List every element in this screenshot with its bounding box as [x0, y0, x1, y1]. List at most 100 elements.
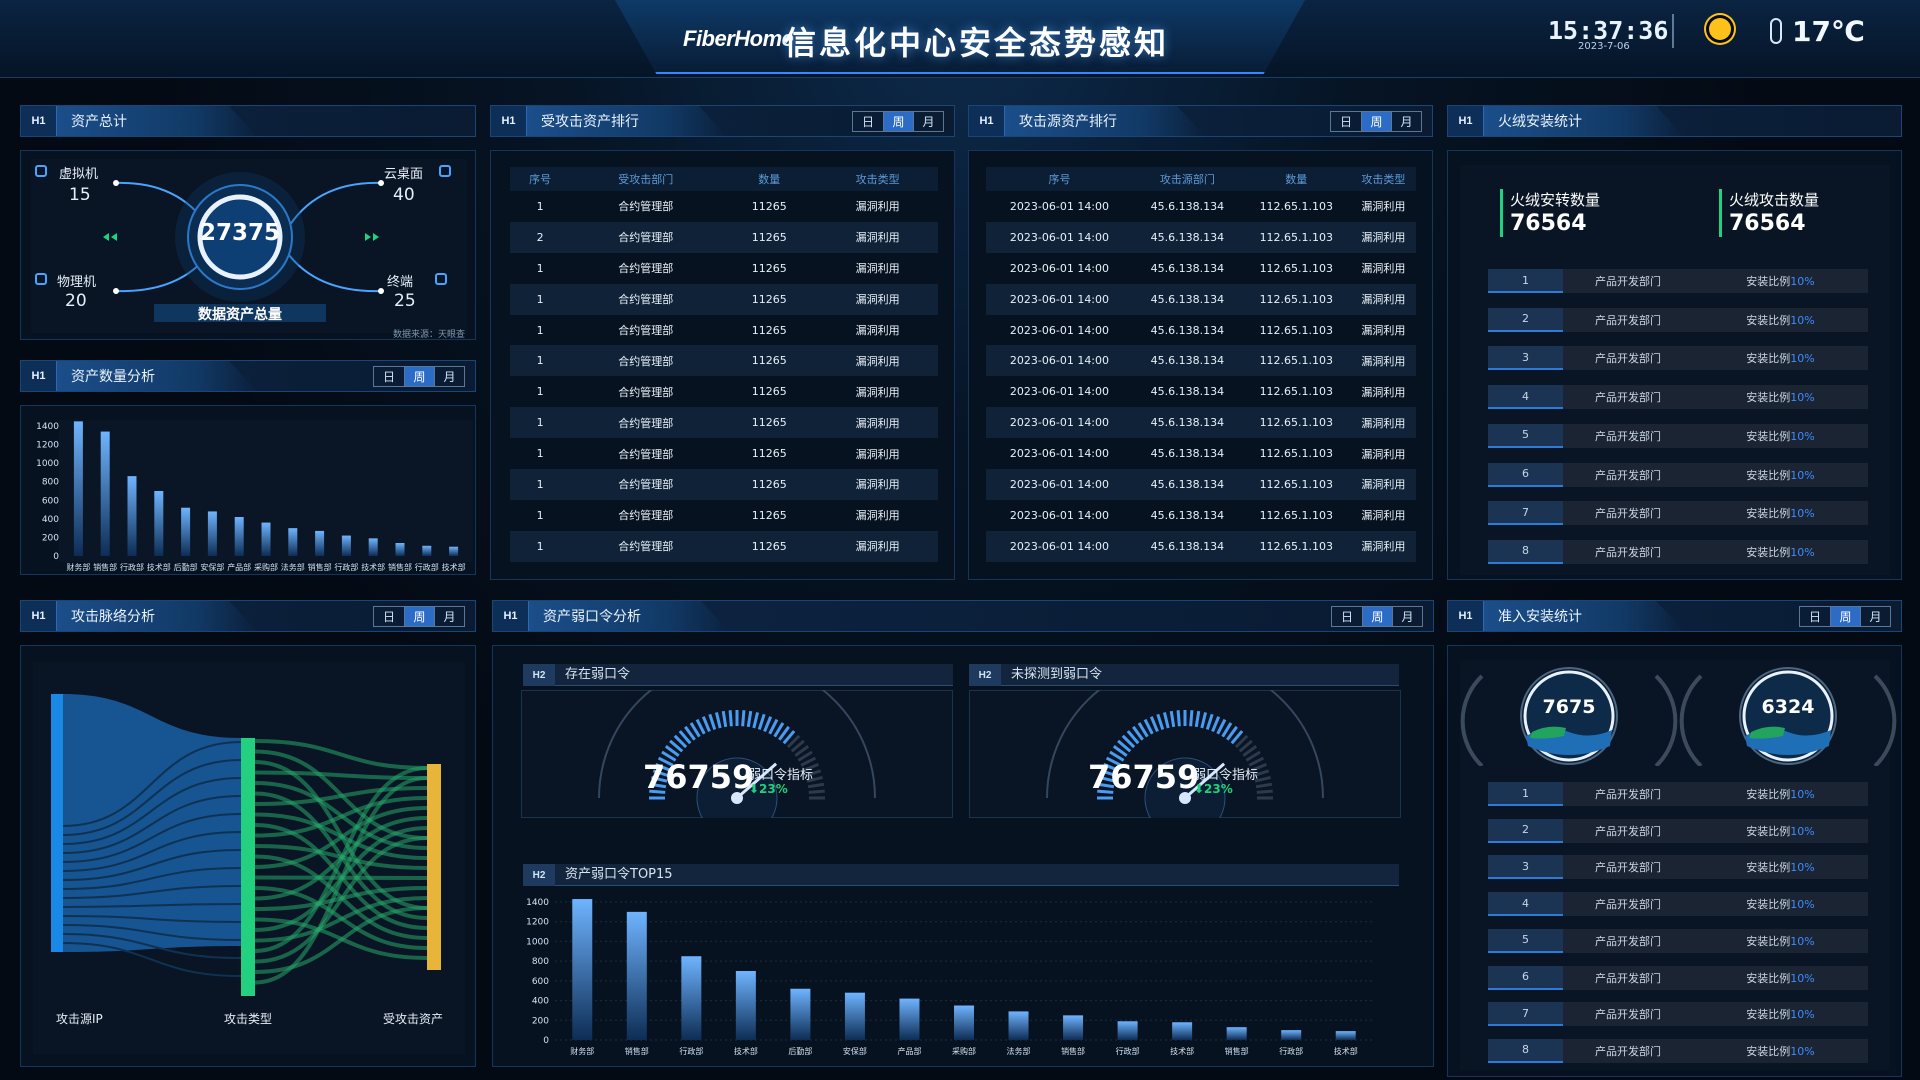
dept-name: 产品开发部门: [1595, 429, 1661, 443]
period-day[interactable]: 日: [374, 367, 404, 386]
table-row[interactable]: 2023-06-01 14:00 45.6.138.134 112.65.1.103…: [986, 191, 1416, 222]
y-tick-label: 0: [543, 1036, 549, 1046]
list-item[interactable]: 7 产品开发部门 安装比例10%: [1488, 501, 1868, 526]
bar[interactable]: [181, 507, 191, 556]
panel-attacked-rank: 序号 受攻击部门 数量 攻击类型 1 合约管理部 11265 漏洞利用 2 合约管理部 11265 漏…: [490, 150, 955, 580]
table-cell: 漏洞利用: [1361, 385, 1406, 399]
list-item[interactable]: 7 产品开发部门 安装比例10%: [1488, 1002, 1868, 1027]
period-month[interactable]: 月: [434, 367, 464, 386]
table-row[interactable]: 1 合约管理部 11265 漏洞利用: [510, 253, 938, 284]
period-month[interactable]: 月: [1392, 607, 1422, 626]
table-row[interactable]: 2023-06-01 14:00 45.6.138.134 112.65.1.103…: [986, 438, 1416, 469]
table-row[interactable]: 2 合约管理部 11265 漏洞利用: [510, 221, 938, 253]
table-row[interactable]: 1 合约管理部 11265 漏洞利用: [510, 469, 938, 500]
bar[interactable]: [315, 530, 325, 556]
period-month[interactable]: 月: [1391, 112, 1421, 131]
bar[interactable]: [681, 956, 702, 1040]
list-item[interactable]: 3 产品开发部门 安装比例10%: [1488, 855, 1868, 880]
bar[interactable]: [234, 517, 244, 556]
table-row[interactable]: 1 合约管理部 11265 漏洞利用: [510, 191, 938, 222]
list-item[interactable]: 8 产品开发部门 安装比例10%: [1488, 539, 1868, 564]
table-row[interactable]: 1 合约管理部 11265 漏洞利用: [510, 376, 938, 407]
bar[interactable]: [207, 511, 217, 556]
table-cell: 1: [536, 385, 544, 399]
list-item[interactable]: 6 产品开发部门 安装比例10%: [1488, 462, 1868, 487]
table-row[interactable]: 2023-06-01 14:00 45.6.138.134 112.65.1.103…: [986, 315, 1416, 346]
period-month[interactable]: 月: [1860, 607, 1890, 626]
bar[interactable]: [73, 421, 83, 556]
table-row[interactable]: 1 合约管理部 11265 漏洞利用: [510, 345, 938, 377]
table-row[interactable]: 1 合约管理部 11265 漏洞利用: [510, 315, 938, 346]
table-cell: 112.65.1.103: [1259, 261, 1334, 275]
bar[interactable]: [261, 522, 271, 556]
list-item[interactable]: 3 产品开发部门 安装比例10%: [1488, 346, 1868, 371]
period-month[interactable]: 月: [913, 112, 943, 131]
period-week[interactable]: 周: [883, 112, 913, 131]
period-week[interactable]: 周: [1830, 607, 1860, 626]
bar[interactable]: [127, 476, 137, 556]
x-tick-label: 安保部: [843, 1046, 867, 1056]
bar[interactable]: [1117, 1021, 1138, 1040]
bar[interactable]: [735, 971, 756, 1040]
bar[interactable]: [154, 491, 164, 556]
table-row[interactable]: 1 合约管理部 11265 漏洞利用: [510, 407, 938, 439]
list-item[interactable]: 4 产品开发部门 安装比例10%: [1488, 385, 1868, 410]
list-item[interactable]: 2 产品开发部门 安装比例10%: [1488, 818, 1868, 843]
list-item[interactable]: 5 产品开发部门 安装比例10%: [1488, 928, 1868, 953]
table-row[interactable]: 2023-06-01 14:00 45.6.138.134 112.65.1.103…: [986, 221, 1416, 253]
table-cell: 合约管理部: [618, 509, 674, 523]
ratio-label: 安装比例: [1746, 1044, 1791, 1058]
list-item[interactable]: 6 产品开发部门 安装比例10%: [1488, 965, 1868, 990]
bar[interactable]: [954, 1005, 974, 1041]
bar[interactable]: [1335, 1031, 1356, 1040]
table-cell: 漏洞利用: [1361, 509, 1406, 523]
table-row[interactable]: 1 合约管理部 11265 漏洞利用: [510, 438, 938, 469]
bar[interactable]: [626, 911, 647, 1040]
bar[interactable]: [422, 545, 432, 556]
period-day[interactable]: 日: [853, 112, 883, 131]
bar[interactable]: [395, 543, 405, 556]
table-row[interactable]: 1 合约管理部 11265 漏洞利用: [510, 283, 938, 315]
bar[interactable]: [1172, 1022, 1193, 1040]
bar[interactable]: [449, 546, 459, 556]
table-row[interactable]: 1 合约管理部 11265 漏洞利用: [510, 530, 938, 562]
bar[interactable]: [1063, 1015, 1084, 1040]
table-row[interactable]: 2023-06-01 14:00 45.6.138.134 112.65.1.103…: [986, 407, 1416, 439]
period-day[interactable]: 日: [1800, 607, 1830, 626]
table-cell: 合约管理部: [618, 324, 674, 337]
table-row[interactable]: 2023-06-01 14:00 45.6.138.134 112.65.1.103…: [986, 376, 1416, 407]
period-day[interactable]: 日: [374, 607, 404, 626]
list-item[interactable]: 2 产品开发部门 安装比例10%: [1488, 307, 1868, 332]
list-item[interactable]: 1 产品开发部门 安装比例10%: [1488, 269, 1868, 293]
table-row[interactable]: 2023-06-01 14:00 45.6.138.134 112.65.1.103…: [986, 345, 1416, 377]
bar[interactable]: [1008, 1011, 1029, 1040]
bar[interactable]: [368, 538, 378, 556]
list-item[interactable]: 4 产品开发部门 安装比例10%: [1488, 892, 1868, 917]
gauge-weak-value: 76759: [643, 758, 755, 796]
bar[interactable]: [288, 528, 298, 556]
table-row[interactable]: 2023-06-01 14:00 45.6.138.134 112.65.1.103…: [986, 253, 1416, 284]
list-item[interactable]: 1 产品开发部门 安装比例10%: [1488, 782, 1868, 806]
list-item[interactable]: 5 产品开发部门 安装比例10%: [1488, 423, 1868, 448]
period-week[interactable]: 周: [1361, 112, 1391, 131]
period-week[interactable]: 周: [1362, 607, 1392, 626]
period-week[interactable]: 周: [404, 607, 434, 626]
bar[interactable]: [899, 998, 920, 1040]
table-row[interactable]: 2023-06-01 14:00 45.6.138.134 112.65.1.103…: [986, 283, 1416, 315]
bar[interactable]: [341, 535, 351, 556]
period-week[interactable]: 周: [404, 367, 434, 386]
bar[interactable]: [100, 431, 110, 556]
list-item[interactable]: 8 产品开发部门 安装比例10%: [1488, 1038, 1868, 1063]
table-row[interactable]: 2023-06-01 14:00 45.6.138.134 112.65.1.103…: [986, 530, 1416, 562]
table-row[interactable]: 1 合约管理部 11265 漏洞利用: [510, 500, 938, 531]
bar[interactable]: [572, 899, 593, 1040]
bar[interactable]: [1281, 1030, 1302, 1040]
period-day[interactable]: 日: [1331, 112, 1361, 131]
bar[interactable]: [790, 988, 811, 1040]
bar[interactable]: [1226, 1027, 1247, 1040]
table-row[interactable]: 2023-06-01 14:00 45.6.138.134 112.65.1.103…: [986, 500, 1416, 531]
period-day[interactable]: 日: [1332, 607, 1362, 626]
table-row[interactable]: 2023-06-01 14:00 45.6.138.134 112.65.1.103…: [986, 469, 1416, 500]
period-month[interactable]: 月: [434, 607, 464, 626]
bar[interactable]: [844, 992, 865, 1040]
